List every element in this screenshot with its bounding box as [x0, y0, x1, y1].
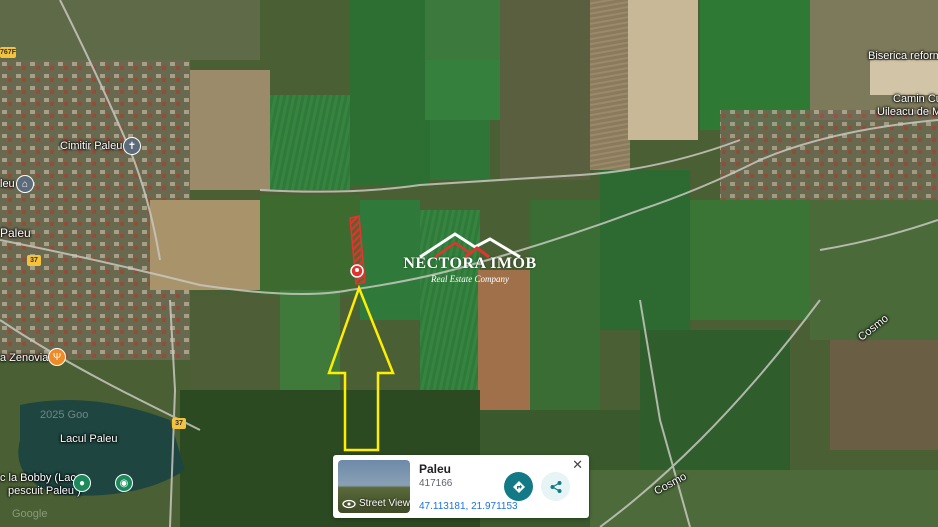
house-logo-icon	[419, 232, 521, 259]
road-shield-37-a: 37	[27, 255, 41, 266]
label-paleu[interactable]: Paleu	[0, 226, 31, 240]
road-shield-37-b: 37	[172, 418, 186, 429]
road-shield-767f: 767F	[0, 47, 16, 58]
parcel-pin-icon	[350, 264, 364, 278]
label-cemetery[interactable]: Cimitir Paleu	[60, 140, 122, 152]
restaurant-icon[interactable]: Ψ	[48, 348, 66, 366]
label-zenovia[interactable]: a Zenovia	[0, 352, 48, 364]
label-camin[interactable]: Camin Cul	[893, 93, 938, 105]
street-view-label: Street View	[359, 498, 410, 509]
label-bobby-2[interactable]: pescuit Paleu )	[8, 485, 81, 497]
park-icon[interactable]: ●	[73, 474, 91, 492]
cemetery-icon[interactable]: ✝	[123, 137, 141, 155]
street-view-link[interactable]: Street View	[342, 498, 410, 509]
place-name: Paleu	[419, 462, 452, 476]
copyright-faded: 2025 Goo	[40, 409, 89, 421]
label-uileacu[interactable]: Uileacu de M	[877, 106, 938, 118]
share-icon	[550, 480, 561, 493]
label-bobby-1[interactable]: c la Bobby (Lac	[0, 472, 76, 484]
close-icon[interactable]: ✕	[572, 457, 583, 473]
street-view-icon	[342, 499, 356, 508]
label-lake[interactable]: Lacul Paleu	[60, 433, 118, 445]
location-pin-icon[interactable]: ◉	[115, 474, 133, 492]
share-button[interactable]	[541, 472, 570, 501]
museum-icon[interactable]: ⌂	[16, 175, 34, 193]
watermark-subtitle: Real Estate Company	[431, 274, 509, 284]
google-faded: Google	[12, 508, 48, 520]
nectora-watermark: NECTORA IMOB Real Estate Company	[392, 231, 548, 284]
label-church[interactable]: Biserica reform	[868, 50, 938, 62]
directions-button[interactable]	[504, 472, 533, 501]
coordinates[interactable]: 47.113181, 21.971153	[419, 501, 518, 512]
label-paleu-left[interactable]: leu	[0, 178, 15, 190]
place-card: Street View Paleu 417166 47.113181, 21.9…	[333, 455, 589, 518]
street-view-thumbnail[interactable]: Street View	[338, 460, 410, 513]
postal-code: 417166	[419, 478, 453, 489]
directions-icon	[512, 480, 525, 493]
